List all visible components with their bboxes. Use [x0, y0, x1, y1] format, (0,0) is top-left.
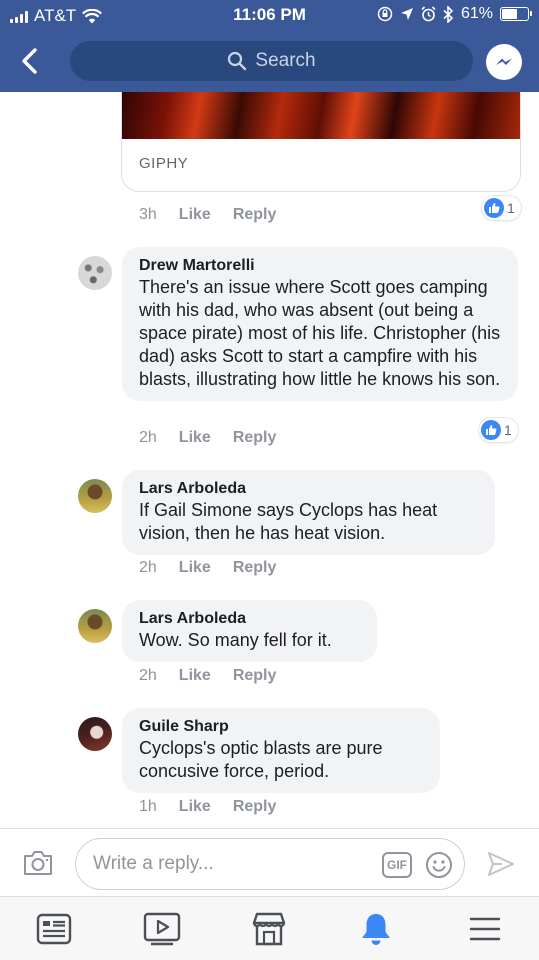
gif-button[interactable]: GIF [382, 852, 412, 878]
search-input[interactable]: Search [70, 41, 473, 81]
like-button[interactable]: Like [179, 206, 211, 224]
like-button[interactable]: Like [179, 429, 211, 447]
avatar[interactable] [78, 256, 112, 290]
menu-icon [469, 917, 501, 941]
like-button[interactable]: Like [179, 559, 211, 577]
reply-field[interactable]: GIF [75, 838, 465, 890]
comment-bubble[interactable]: Drew Martorelli There's an issue where S… [122, 247, 518, 401]
comment-text: Wow. So many fell for it. [139, 630, 332, 650]
bluetooth-icon [443, 5, 454, 23]
marketplace-icon [252, 912, 286, 946]
gif-source-label: GIPHY [139, 155, 189, 172]
alarm-icon [421, 6, 436, 22]
comment-time: 3h [139, 206, 157, 223]
comment-actions: 2h Like Reply [139, 559, 276, 577]
comment-time: 2h [139, 429, 157, 446]
reaction-count: 1 [507, 200, 515, 216]
reply-button[interactable]: Reply [233, 798, 277, 816]
search-placeholder: Search [255, 50, 316, 71]
emoji-button[interactable] [425, 851, 453, 879]
reaction-count: 1 [504, 422, 512, 438]
avatar[interactable] [78, 479, 112, 513]
comment-text: If Gail Simone says Cyclops has heat vis… [139, 500, 438, 543]
comment-bubble[interactable]: Lars Arboleda If Gail Simone says Cyclop… [122, 470, 495, 555]
back-button[interactable] [16, 46, 44, 76]
reply-button[interactable]: Reply [233, 429, 277, 447]
avatar[interactable] [78, 717, 112, 751]
reply-input[interactable] [93, 853, 363, 875]
comment-bubble[interactable]: Lars Arboleda Wow. So many fell for it. [122, 600, 377, 662]
gif-image[interactable] [122, 92, 520, 139]
tab-marketplace[interactable] [249, 909, 289, 949]
comment-bubble[interactable]: Guile Sharp Cyclops's optic blasts are p… [122, 708, 440, 793]
reply-button[interactable]: Reply [233, 206, 277, 224]
comment-actions: 1h Like Reply [139, 798, 276, 816]
comment-time: 1h [139, 798, 157, 815]
battery-percent: 61% [460, 5, 493, 22]
watch-icon [143, 912, 181, 946]
status-bar: AT&T 11:06 PM 61% [0, 0, 539, 30]
reaction-badge[interactable]: 1 [479, 418, 518, 442]
comment-time: 2h [139, 559, 157, 576]
emoji-icon [426, 852, 452, 878]
chevron-left-icon [22, 48, 37, 74]
search-icon [228, 51, 247, 71]
camera-icon [24, 851, 52, 875]
like-button[interactable]: Like [179, 798, 211, 816]
tab-menu[interactable] [465, 909, 505, 949]
tab-news-feed[interactable] [34, 909, 74, 949]
comment-text: Cyclops's optic blasts are pure concusiv… [139, 738, 383, 781]
app-header: AT&T 11:06 PM 61% Search [0, 0, 539, 92]
avatar[interactable] [78, 609, 112, 643]
tab-notifications[interactable] [356, 909, 396, 949]
bottom-tab-bar [0, 896, 539, 960]
comment-actions: 2h Like Reply [139, 667, 276, 685]
send-icon [488, 852, 514, 876]
thumbs-up-icon [484, 198, 504, 218]
reaction-badge[interactable]: 1 [482, 196, 521, 220]
battery-icon [500, 7, 532, 21]
send-button[interactable] [486, 849, 516, 879]
messenger-icon [496, 58, 512, 65]
orientation-lock-icon [377, 6, 393, 22]
comment-time: 2h [139, 667, 157, 684]
battery-level [502, 9, 517, 19]
comment-thread: GIPHY 3h Like Reply 1 Drew Martorelli Th… [0, 92, 539, 828]
news-feed-icon [36, 913, 72, 945]
comment-author[interactable]: Lars Arboleda [139, 479, 478, 499]
gif-attachment[interactable]: GIPHY [121, 92, 521, 192]
reply-composer: GIF [0, 828, 539, 896]
notifications-icon [362, 914, 390, 945]
comment-author[interactable]: Lars Arboleda [139, 609, 360, 629]
location-arrow-icon [400, 8, 413, 20]
thumbs-up-icon [481, 420, 501, 440]
comment-text: There's an issue where Scott goes campin… [139, 277, 501, 389]
messenger-button[interactable] [486, 44, 522, 80]
comment-author[interactable]: Guile Sharp [139, 717, 423, 737]
camera-button[interactable] [22, 849, 54, 877]
gif-label: GIF [387, 858, 407, 872]
reply-button[interactable]: Reply [233, 559, 277, 577]
reply-button[interactable]: Reply [233, 667, 277, 685]
tab-watch[interactable] [142, 909, 182, 949]
comment-actions: 2h Like Reply [139, 429, 276, 447]
like-button[interactable]: Like [179, 667, 211, 685]
comment-actions: 3h Like Reply [139, 206, 276, 224]
status-right: 61% [377, 5, 532, 23]
comment-author[interactable]: Drew Martorelli [139, 256, 501, 276]
